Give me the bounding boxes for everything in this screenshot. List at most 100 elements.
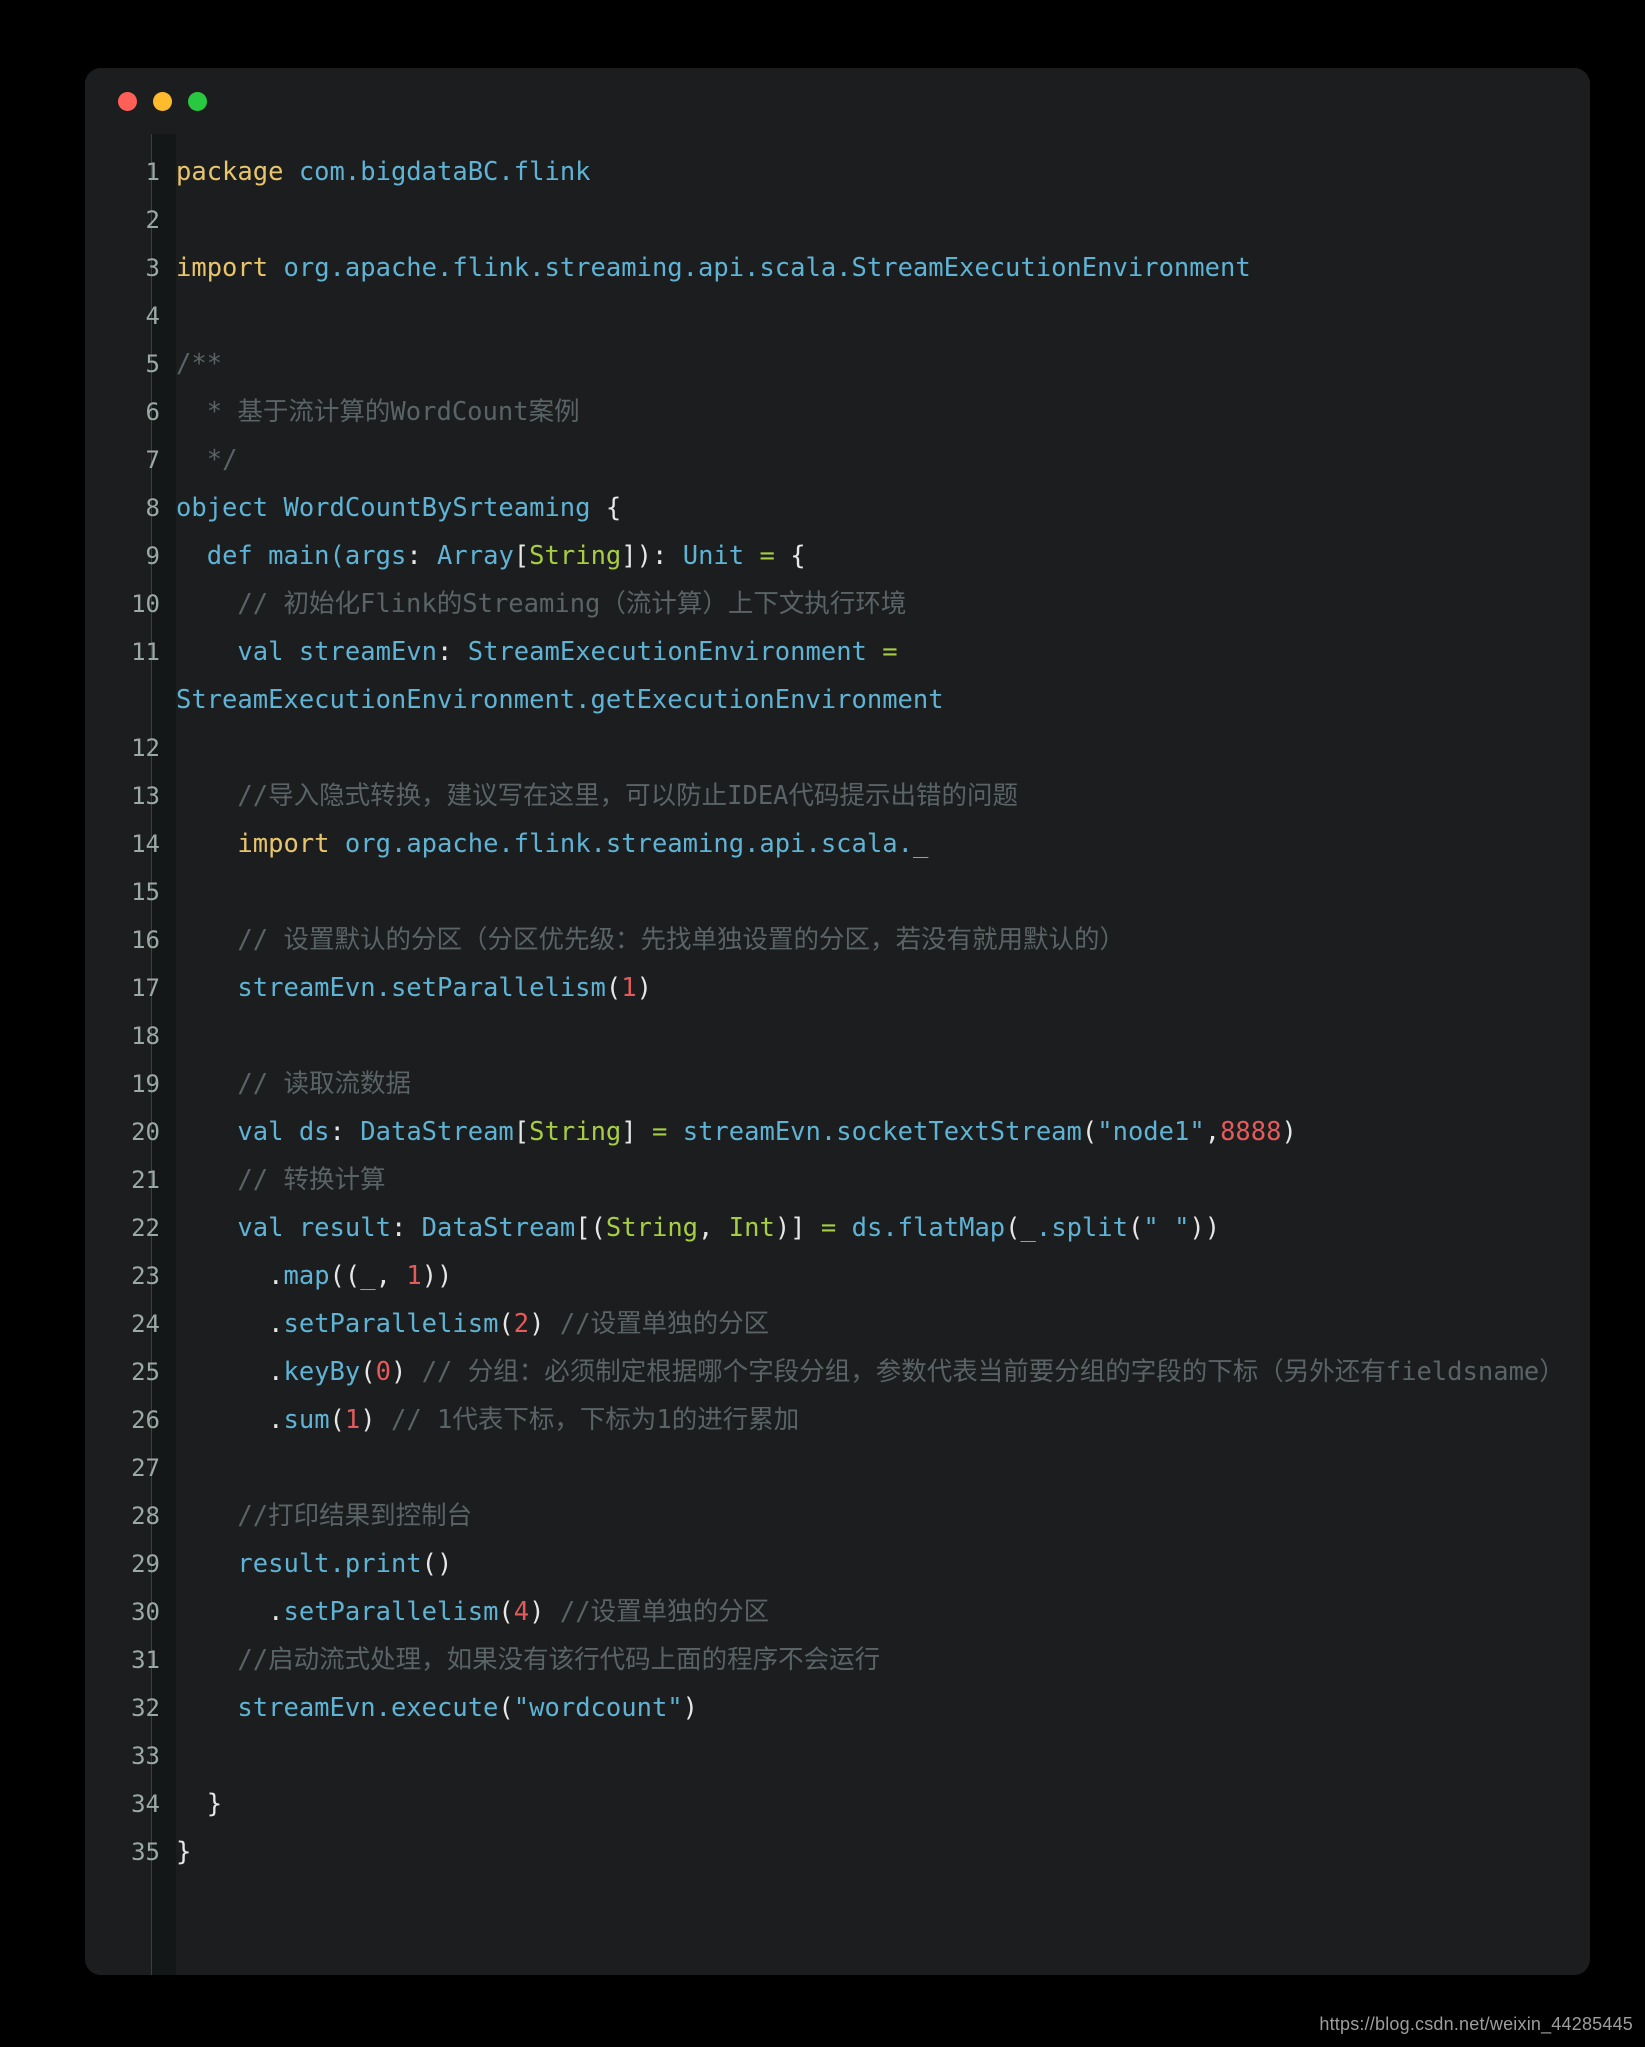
code-token-num: 1	[406, 1261, 422, 1291]
code-line: 31 //启动流式处理，如果没有该行代码上面的程序不会运行	[85, 1636, 1590, 1684]
code-token-id: map	[283, 1261, 330, 1291]
code-token-cmt: // 设置默认的分区（分区优先级：先找单独设置的分区，若没有就用默认的）	[237, 925, 1125, 955]
code-line-content: streamEvn.execute("wordcount")	[176, 1684, 1590, 1732]
code-line: 27	[85, 1444, 1590, 1492]
code-token-id: ds.flatMap	[851, 1213, 1006, 1243]
code-token-punct: :	[652, 541, 668, 571]
code-token-punct: )	[636, 973, 652, 1003]
code-line-content: //启动流式处理，如果没有该行代码上面的程序不会运行	[176, 1636, 1590, 1684]
maximize-window-button[interactable]	[188, 91, 207, 111]
code-token-punct: :	[329, 1117, 345, 1147]
code-token-cmt: // 1代表下标，下标为1的进行累加	[390, 1405, 800, 1435]
code-token-punct: ))	[421, 1261, 453, 1291]
code-line: 26 .sum(1) // 1代表下标，下标为1的进行累加	[85, 1396, 1590, 1444]
code-line: 11 val streamEvn: StreamExecutionEnviron…	[85, 628, 1590, 724]
code-line: 10 // 初始化Flink的Streaming（流计算）上下文执行环境	[85, 580, 1590, 628]
code-token-punct: ()	[421, 1549, 453, 1579]
code-line: 25 .keyBy(0) // 分组：必须制定根据哪个字段分组，参数代表当前要分…	[85, 1348, 1590, 1396]
code-token-op: =	[820, 1213, 837, 1243]
code-line-content: .setParallelism(4) //设置单独的分区	[176, 1588, 1590, 1636]
code-token-punct: )	[682, 1693, 699, 1723]
code-token-punct: :	[390, 1213, 407, 1243]
code-token-cmt: //启动流式处理，如果没有该行代码上面的程序不会运行	[237, 1645, 881, 1675]
code-token-type: String	[529, 541, 622, 571]
code-token-id: setParallelism	[283, 1309, 499, 1339]
code-token-punct: [(	[575, 1213, 606, 1243]
code-token-punct: .	[268, 1261, 284, 1291]
code-line-content: //打印结果到控制台	[176, 1492, 1590, 1540]
code-line: 13 //导入隐式转换，建议写在这里，可以防止IDEA代码提示出错的问题	[85, 772, 1590, 820]
code-line: 5 /**	[85, 340, 1590, 388]
code-token-punct: ,	[1204, 1117, 1221, 1147]
code-line: 23 .map((_, 1))	[85, 1252, 1590, 1300]
code-token-punct: ,	[698, 1213, 729, 1243]
line-number: 23	[131, 1262, 160, 1290]
code-token-cmt: //打印结果到控制台	[237, 1501, 473, 1531]
line-number: 17	[131, 974, 160, 1002]
screenshot-root: 1 package com.bigdataBC.flink 2 3 import or…	[0, 0, 1645, 2047]
code-line: 22 val result: DataStream[(String, Int)]…	[85, 1204, 1590, 1252]
line-number: 6	[145, 398, 160, 426]
line-number: 22	[131, 1214, 160, 1242]
code-line-content: }	[176, 1780, 1590, 1828]
line-number: 31	[131, 1646, 160, 1674]
code-line: 2	[85, 196, 1590, 244]
code-line-content: .map((_, 1))	[176, 1252, 1590, 1300]
code-token-kw: package	[176, 157, 284, 187]
code-token-id: keyBy	[283, 1357, 361, 1387]
code-line-content: val ds: DataStream[String] = streamEvn.s…	[176, 1108, 1590, 1156]
code-line: 6 * 基于流计算的WordCount案例	[85, 388, 1590, 436]
code-token-cmt: // 初始化Flink的Streaming（流计算）上下文执行环境	[237, 589, 907, 619]
code-token-id: streamEvn.socketTextStream	[682, 1117, 1082, 1147]
code-line: 33	[85, 1732, 1590, 1780]
code-line-content	[176, 1012, 1590, 1060]
code-token-id: DataStream	[360, 1117, 514, 1147]
code-line-content: .setParallelism(2) //设置单独的分区	[176, 1300, 1590, 1348]
code-token-punct: )	[360, 1405, 376, 1435]
minimize-window-button[interactable]	[153, 91, 172, 111]
code-line-content	[176, 196, 1590, 244]
watermark-url: https://blog.csdn.net/weixin_44285445	[1319, 2014, 1633, 2034]
code-token-punct: }	[206, 1789, 223, 1819]
code-token-id: streamEvn.setParallelism	[237, 973, 606, 1003]
code-token-punct: [	[513, 1117, 530, 1147]
code-window: 1 package com.bigdataBC.flink 2 3 import or…	[85, 68, 1590, 1975]
code-token-num: 2	[513, 1309, 530, 1339]
code-line-content	[176, 724, 1590, 772]
code-editor[interactable]: 1 package com.bigdataBC.flink 2 3 import or…	[85, 134, 1590, 1975]
code-token-cmt: //导入隐式转换，建议写在这里，可以防止IDEA代码提示出错的问题	[237, 781, 1019, 811]
code-token-punct: (	[498, 1597, 514, 1627]
code-line: 7 */	[85, 436, 1590, 484]
code-token-id: Array	[437, 541, 514, 571]
line-number: 25	[131, 1358, 160, 1386]
line-number: 11	[131, 638, 160, 666]
code-token-cmt: //设置单独的分区	[559, 1309, 770, 1339]
line-number: 2	[145, 206, 160, 234]
code-token-punct: ,	[375, 1261, 407, 1291]
line-number: 9	[145, 542, 160, 570]
code-token-id: DataStream	[421, 1213, 576, 1243]
code-token-num: 0	[375, 1357, 391, 1387]
code-token-num: 1	[621, 973, 637, 1003]
code-line-content	[176, 1444, 1590, 1492]
line-number: 32	[131, 1694, 160, 1722]
close-window-button[interactable]	[118, 91, 137, 111]
